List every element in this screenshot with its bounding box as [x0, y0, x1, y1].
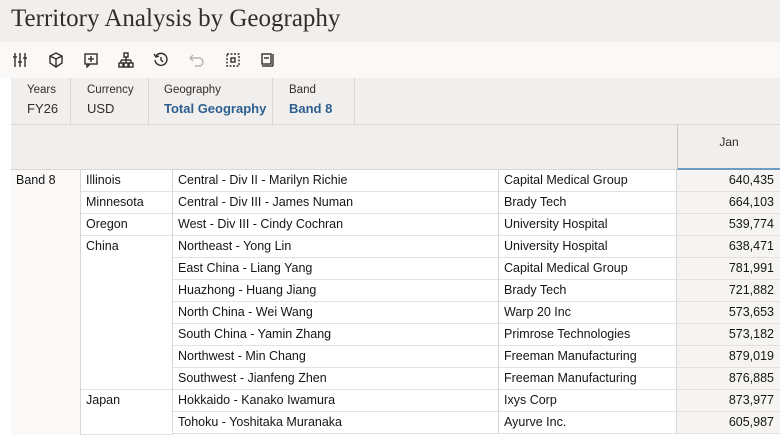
value-cell[interactable]: 873,977 [677, 390, 780, 412]
geo-illinois[interactable]: Illinois [81, 170, 173, 192]
value-cell[interactable]: 876,885 [677, 368, 780, 390]
toolbar [0, 42, 780, 78]
sliders-icon[interactable] [11, 51, 29, 69]
geo-label: Illinois [86, 173, 121, 187]
value-cell[interactable]: 879,019 [677, 346, 780, 368]
pov-geography[interactable]: Geography Total Geography [149, 78, 273, 124]
value-cell[interactable]: 721,882 [677, 280, 780, 302]
band-label: Band 8 [16, 173, 56, 187]
history-icon[interactable] [152, 51, 170, 69]
pov-years-value: FY26 [27, 101, 59, 116]
pov-years-label: Years [27, 84, 56, 96]
page-title: Territory Analysis by Geography [11, 5, 341, 32]
pov-geography-label: Geography [164, 84, 221, 96]
undo-icon[interactable] [188, 51, 206, 69]
title-bar: Territory Analysis by Geography [0, 0, 780, 42]
territory-cell[interactable]: West - Div III - Cindy Cochran [173, 214, 499, 236]
value-cell[interactable]: 573,182 [677, 324, 780, 346]
geo-china[interactable]: China [81, 236, 173, 390]
territory-cell[interactable]: North China - Wei Wang [173, 302, 499, 324]
territory-cell[interactable]: South China - Yamin Zhang [173, 324, 499, 346]
pov-currency[interactable]: Currency USD [71, 78, 149, 124]
value-cell[interactable]: 664,103 [677, 192, 780, 214]
customer-cell[interactable]: University Hospital [499, 236, 677, 258]
pov-band-label: Band [289, 84, 316, 96]
customer-cell[interactable]: Ixys Corp [499, 390, 677, 412]
grid-header: Jan [11, 124, 780, 170]
geo-label: Minnesota [86, 195, 144, 209]
value-cell[interactable]: 640,435 [677, 170, 780, 192]
pov-years[interactable]: Years FY26 [11, 78, 71, 124]
geo-minnesota[interactable]: Minnesota [81, 192, 173, 214]
customer-cell[interactable]: Capital Medical Group [499, 170, 677, 192]
customer-cell[interactable]: Freeman Manufacturing [499, 368, 677, 390]
pov-currency-value: USD [87, 101, 115, 116]
geo-label: Japan [86, 393, 121, 407]
territory-cell[interactable]: Northwest - Min Chang [173, 346, 499, 368]
territory-cell[interactable]: Central - Div III - James Numan [173, 192, 499, 214]
geo-oregon[interactable]: Oregon [81, 214, 173, 236]
add-comment-icon[interactable] [82, 51, 100, 69]
pov-currency-label: Currency [87, 84, 134, 96]
territory-cell[interactable]: Northeast - Yong Lin [173, 236, 499, 258]
customer-cell[interactable]: Capital Medical Group [499, 258, 677, 280]
customer-cell[interactable]: Primrose Technologies [499, 324, 677, 346]
value-cell[interactable]: 781,991 [677, 258, 780, 280]
customer-cell[interactable]: Warp 20 Inc [499, 302, 677, 324]
pov-bar: Years FY26 Currency USD Geography Total … [11, 78, 780, 124]
column-header-jan[interactable]: Jan [677, 125, 780, 170]
customer-cell[interactable]: Ayurve Inc. [499, 412, 677, 434]
customer-cell[interactable]: University Hospital [499, 214, 677, 236]
geo-label: China [86, 239, 119, 253]
geo-label: Oregon [86, 217, 128, 231]
customer-cell[interactable]: Freeman Manufacturing [499, 346, 677, 368]
territory-cell[interactable]: East China - Liang Yang [173, 258, 499, 280]
customer-cell[interactable]: Brady Tech [499, 192, 677, 214]
value-cell[interactable]: 573,653 [677, 302, 780, 324]
pov-band[interactable]: Band Band 8 [273, 78, 355, 124]
band-row-header[interactable]: Band 8 [11, 170, 81, 435]
value-cell[interactable]: 539,774 [677, 214, 780, 236]
territory-cell[interactable]: Tohoku - Yoshitaka Muranaka [173, 412, 499, 434]
customer-cell[interactable]: Brady Tech [499, 280, 677, 302]
pov-geography-value[interactable]: Total Geography [164, 101, 266, 116]
territory-cell[interactable]: Huazhong - Huang Jiang [173, 280, 499, 302]
value-cell[interactable]: 638,471 [677, 236, 780, 258]
cube-icon[interactable] [47, 51, 65, 69]
geo-japan[interactable]: Japan [81, 390, 173, 435]
hierarchy-icon[interactable] [117, 51, 135, 69]
value-cell[interactable]: 605,987 [677, 412, 780, 434]
grid-cell-icon[interactable] [224, 51, 242, 69]
panel-icon[interactable] [259, 51, 277, 69]
data-grid: Jan Band 8 Illinois Minnesota Oregon Chi… [0, 124, 780, 435]
territory-cell[interactable]: Hokkaido - Kanako Iwamura [173, 390, 499, 412]
territory-cell[interactable]: Central - Div II - Marilyn Richie [173, 170, 499, 192]
territory-cell[interactable]: Southwest - Jianfeng Zhen [173, 368, 499, 390]
pov-band-value[interactable]: Band 8 [289, 101, 332, 116]
